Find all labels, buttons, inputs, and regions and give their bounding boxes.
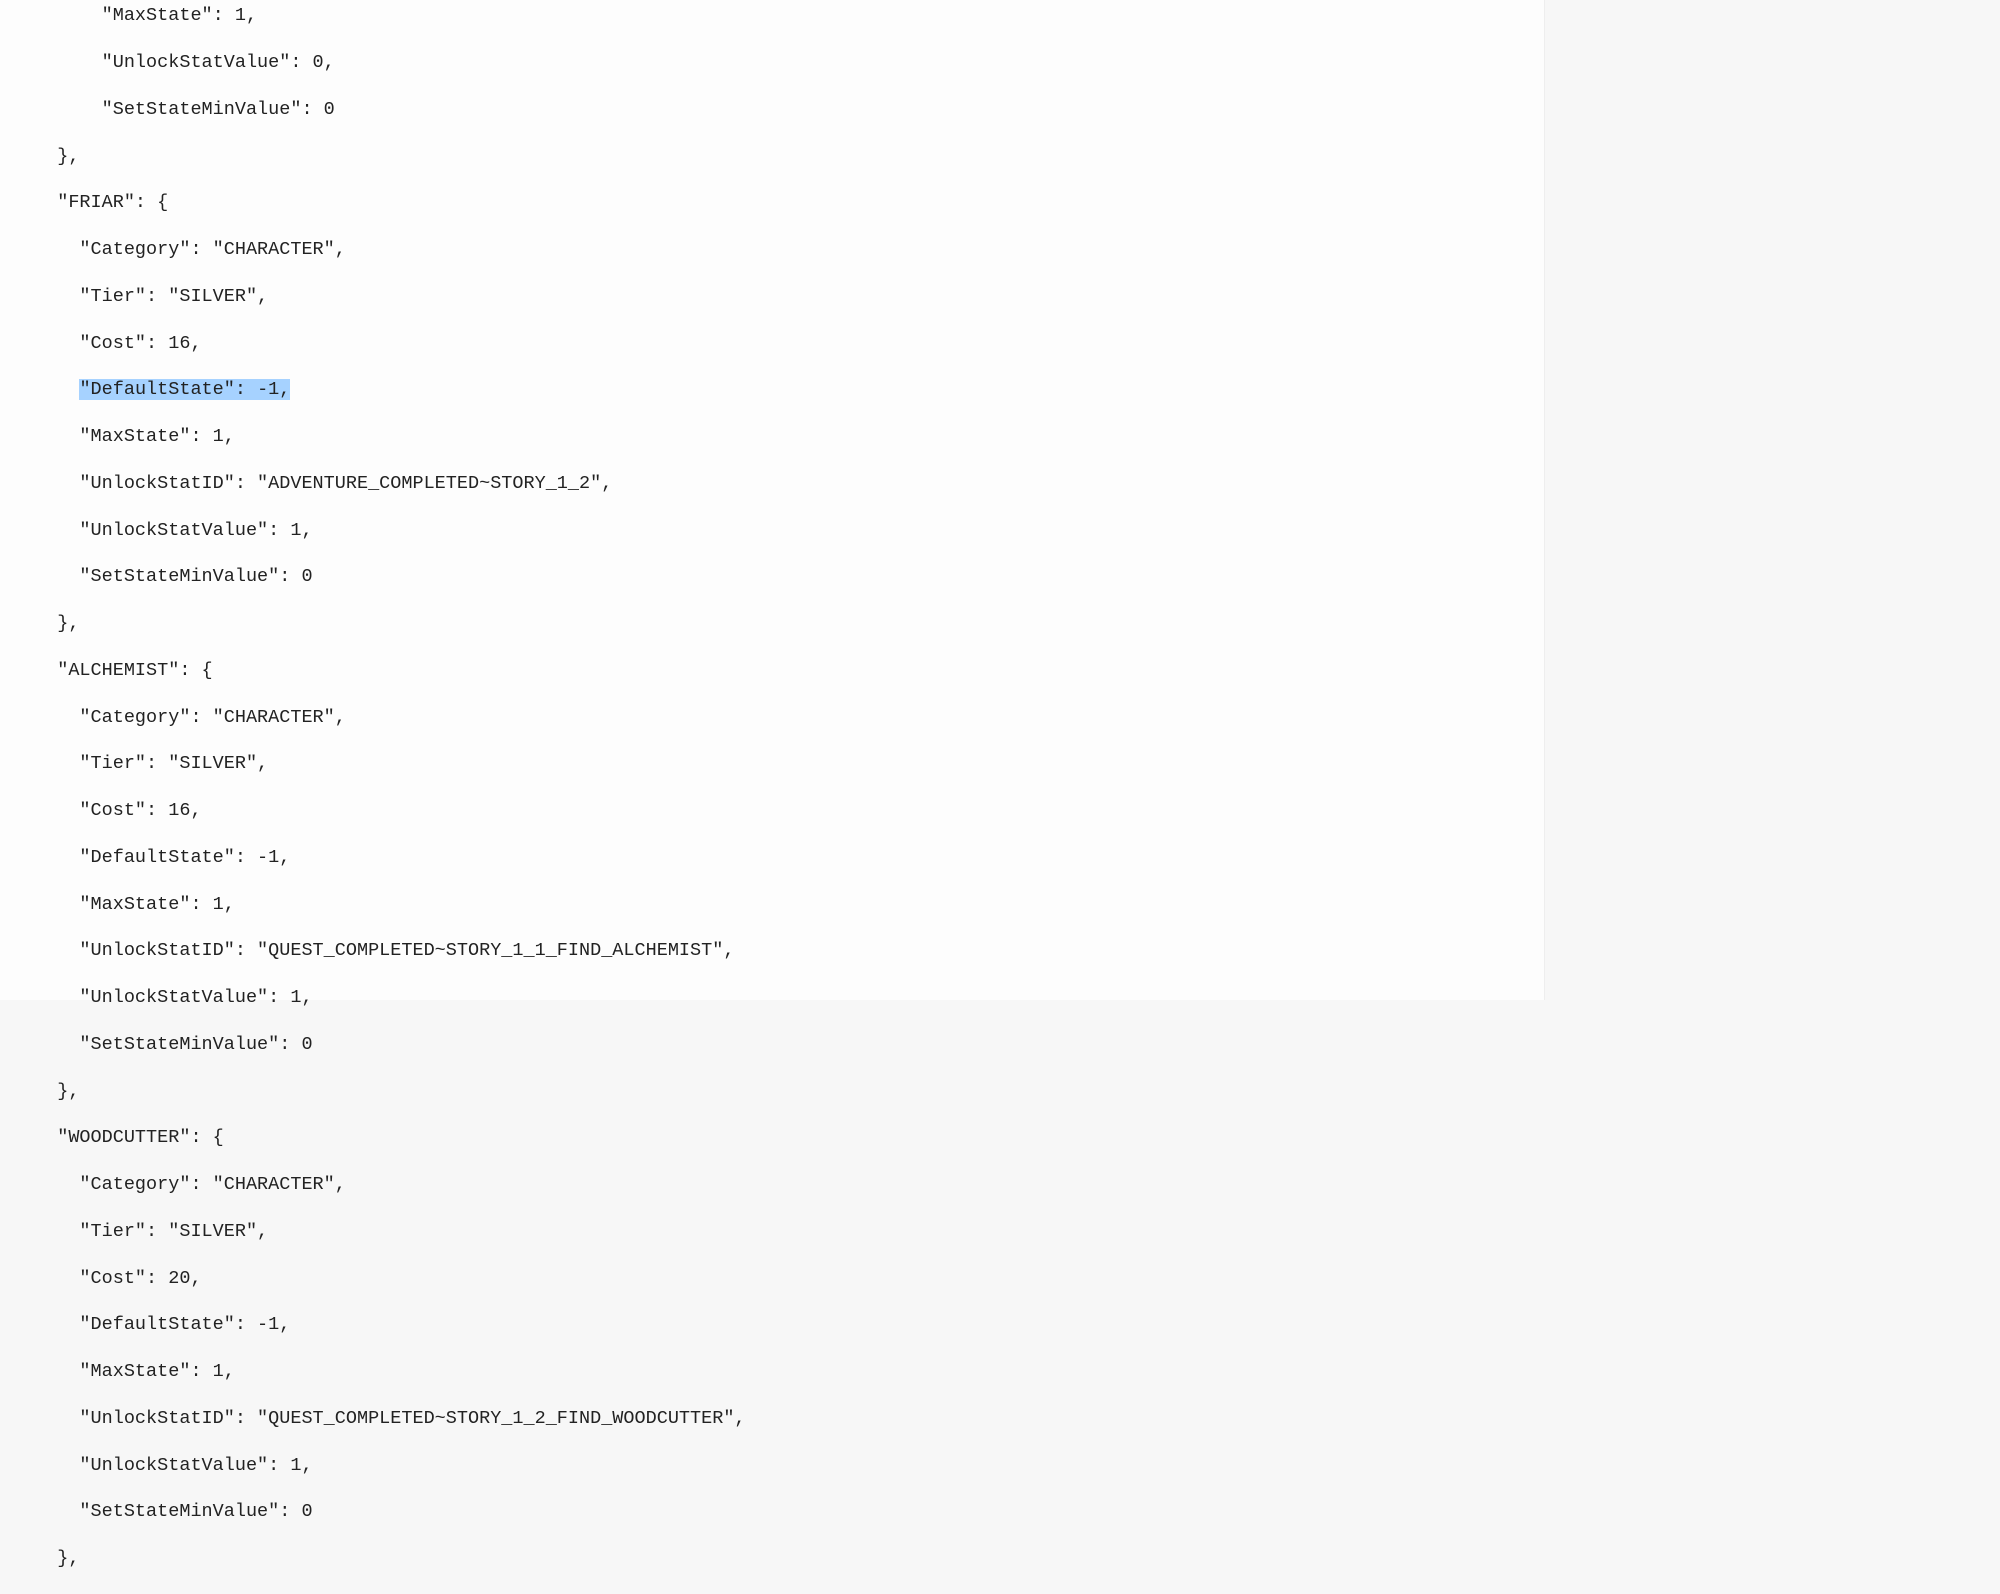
code-line[interactable]: "Cost": 20,	[35, 1267, 1544, 1290]
code-line[interactable]: "DefaultState": -1,	[35, 846, 1544, 869]
code-line[interactable]: "UnlockStatID": "QUEST_COMPLETED~STORY_1…	[35, 1407, 1544, 1430]
code-line[interactable]: "DefaultState": -1,	[35, 1313, 1544, 1336]
code-line[interactable]: "Tier": "SILVER",	[35, 1220, 1544, 1243]
code-line[interactable]: "UnlockStatID": "QUEST_COMPLETED~STORY_1…	[35, 939, 1544, 962]
right-pane	[1545, 0, 2000, 1000]
code-line[interactable]: "MaxState": 1,	[35, 1360, 1544, 1383]
code-line[interactable]: "FRIAR": {	[35, 191, 1544, 214]
code-line[interactable]: "MaxState": 1,	[35, 893, 1544, 916]
code-line[interactable]: "Cost": 16,	[35, 332, 1544, 355]
code-editor[interactable]: "MaxState": 1, "UnlockStatValue": 0, "Se…	[0, 0, 1545, 1000]
code-line[interactable]: "UnlockStatValue": 1,	[35, 519, 1544, 542]
code-line[interactable]: },	[35, 145, 1544, 168]
code-line[interactable]: "SetStateMinValue": 0	[35, 565, 1544, 588]
code-line[interactable]: "SetStateMinValue": 0	[35, 1500, 1544, 1523]
code-line[interactable]: "WOODCUTTER": {	[35, 1126, 1544, 1149]
code-line[interactable]: "SetStateMinValue": 0	[35, 98, 1544, 121]
code-line[interactable]: },	[35, 612, 1544, 635]
code-line[interactable]: "Category": "CHARACTER",	[35, 238, 1544, 261]
code-line[interactable]: "UnlockStatID": "ADVENTURE_COMPLETED~STO…	[35, 472, 1544, 495]
code-line[interactable]: "Tier": "SILVER",	[35, 285, 1544, 308]
code-line-selected[interactable]: "DefaultState": -1,	[35, 378, 1544, 401]
code-line[interactable]: },	[35, 1080, 1544, 1103]
code-line[interactable]: "Cost": 16,	[35, 799, 1544, 822]
code-line[interactable]: },	[35, 1547, 1544, 1570]
code-line[interactable]: "Category": "CHARACTER",	[35, 1173, 1544, 1196]
code-line[interactable]: "UnlockStatValue": 0,	[35, 51, 1544, 74]
code-line[interactable]: "Category": "CHARACTER",	[35, 706, 1544, 729]
code-line[interactable]: "MaxState": 1,	[35, 4, 1544, 27]
text-selection[interactable]: "DefaultState": -1,	[79, 379, 290, 400]
code-line[interactable]: "MaxState": 1,	[35, 425, 1544, 448]
code-line[interactable]: "UnlockStatValue": 1,	[35, 1454, 1544, 1477]
code-line[interactable]: "ALCHEMIST": {	[35, 659, 1544, 682]
code-line[interactable]: "SetStateMinValue": 0	[35, 1033, 1544, 1056]
code-content[interactable]: "MaxState": 1, "UnlockStatValue": 0, "Se…	[0, 0, 1544, 1594]
code-line[interactable]: "UnlockStatValue": 1,	[35, 986, 1544, 1009]
code-line[interactable]: "Tier": "SILVER",	[35, 752, 1544, 775]
